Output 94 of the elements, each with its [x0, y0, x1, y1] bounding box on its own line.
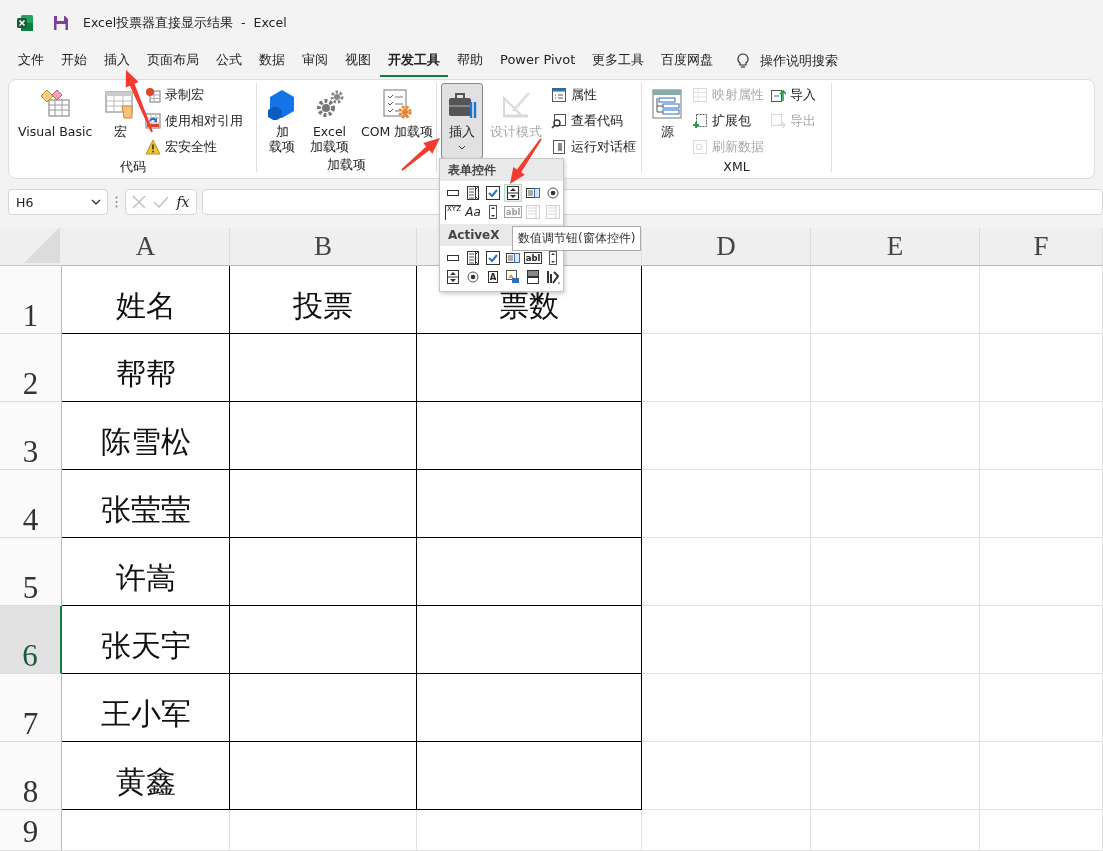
row-header[interactable]: 8 [0, 742, 62, 810]
column-header[interactable]: F [1033, 231, 1049, 262]
checklist-gear-icon [381, 88, 414, 120]
row-header[interactable]: 3 [0, 402, 62, 470]
checkbox-icon[interactable] [484, 184, 502, 202]
ribbon-button[interactable]: 宏安全性 [143, 135, 246, 159]
insert-function-button[interactable]: fx [176, 194, 190, 210]
option-button-icon[interactable] [464, 268, 482, 286]
label-control-icon[interactable]: Aa [464, 203, 482, 221]
table-cell: 王小军 [62, 674, 230, 742]
map-properties-icon [692, 87, 708, 103]
group-label: 代码 [119, 159, 146, 176]
row-header[interactable]: 5 [0, 538, 62, 606]
dialog-icon [551, 139, 567, 155]
annotation-arrow [401, 138, 440, 171]
xml-source-icon [651, 88, 683, 120]
ribbon-button[interactable]: 插入 [441, 83, 483, 159]
annotation-arrow [125, 70, 153, 133]
combo-box-icon[interactable] [464, 249, 482, 267]
image-control-icon[interactable] [504, 268, 522, 286]
table-cell: 许嵩 [62, 538, 230, 606]
group-label: 加载项 [327, 157, 366, 174]
ribbon-tab[interactable]: Power Pivot [492, 47, 584, 75]
warning-icon [145, 139, 162, 155]
row-header[interactable]: 2 [0, 334, 62, 402]
ribbon-button[interactable]: 录制宏 [143, 83, 246, 107]
table-cell: 张莹莹 [62, 470, 230, 538]
menu-section-title: ActiveX [448, 228, 500, 242]
import-icon [770, 87, 786, 103]
checkbox-icon[interactable] [484, 249, 502, 267]
spinner-icon[interactable] [444, 268, 462, 286]
ribbon-tab[interactable]: 插入 [96, 45, 138, 77]
search-link[interactable]: 操作说明搜索 [760, 52, 839, 70]
table-cell: 张天宇 [62, 606, 230, 674]
table-cell: 姓名 [62, 266, 230, 334]
text-field-icon[interactable]: abl [524, 249, 542, 267]
row-header[interactable]: 9 [0, 810, 62, 851]
table-cell: 陈雪松 [62, 402, 230, 470]
ribbon-button[interactable]: Excel 加载项 [305, 83, 354, 157]
ribbon-button[interactable]: 运行对话框 [549, 135, 638, 159]
refresh-data-icon [692, 139, 708, 155]
ribbon-tab[interactable]: 开始 [53, 45, 95, 77]
column-header[interactable]: D [716, 231, 736, 262]
tooltip: 数值调节钮(窗体控件) [512, 226, 642, 251]
table-cell: 帮帮 [62, 334, 230, 402]
properties-icon [551, 87, 567, 103]
ribbon-tab[interactable]: 更多工具 [584, 45, 653, 77]
ribbon-button[interactable]: 导入 [768, 83, 818, 107]
option-button-icon[interactable] [544, 184, 562, 202]
ribbon-tab[interactable]: 数据 [251, 45, 293, 77]
row-header[interactable]: 1 [0, 266, 62, 334]
row-header[interactable]: 7 [0, 674, 62, 742]
record-icon [145, 87, 162, 103]
ribbon-button[interactable]: 查看代码 [549, 109, 638, 133]
caret-icon [458, 145, 466, 150]
ribbon-tab[interactable]: 公式 [208, 45, 250, 77]
ribbon-tab[interactable]: 视图 [337, 45, 379, 77]
lightbulb-icon [736, 53, 751, 69]
ribbon-tab[interactable]: 页面布局 [139, 45, 207, 77]
ribbon-button[interactable]: Visual Basic [13, 83, 98, 142]
ribbon-button[interactable]: 源 [646, 83, 688, 142]
table-cell: 黄鑫 [62, 742, 230, 810]
app-icon [16, 14, 34, 32]
code-window-icon [39, 88, 72, 120]
ribbon-tab[interactable]: 文件 [10, 45, 52, 77]
ribbon-tab[interactable]: 百度网盘 [653, 45, 722, 77]
grip-icon [115, 196, 118, 208]
view-code-icon [551, 113, 567, 129]
ribbon-tab[interactable]: 帮助 [449, 45, 491, 77]
column-header[interactable]: A [135, 231, 156, 262]
more-controls-icon[interactable] [544, 268, 562, 286]
ribbon-button[interactable]: COM 加载项 [356, 83, 439, 142]
ribbon-button[interactable]: 扩展包 [690, 109, 766, 133]
export-icon [770, 113, 786, 129]
save-icon[interactable] [53, 15, 69, 31]
chevron-down-icon [91, 199, 101, 205]
column-header[interactable]: B [314, 231, 332, 262]
ribbon-tab[interactable]: 审阅 [294, 45, 336, 77]
ribbon-tab[interactable]: 开发工具 [380, 45, 448, 77]
column-header[interactable]: E [886, 231, 904, 262]
expansion-pack-icon [692, 113, 708, 129]
ribbon-button[interactable]: 属性 [549, 83, 638, 107]
window-title: Excel投票器直接显示结果 - Excel [83, 14, 287, 32]
row-header[interactable]: 6 [0, 606, 62, 674]
spinner-icon[interactable] [504, 184, 522, 202]
row-header[interactable]: 4 [0, 470, 62, 538]
menu-section-title: 表单控件 [448, 161, 496, 179]
table-cell: 投票 [230, 266, 417, 334]
combo-box-icon[interactable] [464, 184, 482, 202]
ribbon-button[interactable]: 加 载项 [261, 83, 303, 157]
toggle-button-icon[interactable] [524, 268, 542, 286]
group-label: XML [723, 159, 750, 174]
annotation-arrow [510, 138, 542, 184]
name-box[interactable]: H6 [8, 189, 108, 215]
